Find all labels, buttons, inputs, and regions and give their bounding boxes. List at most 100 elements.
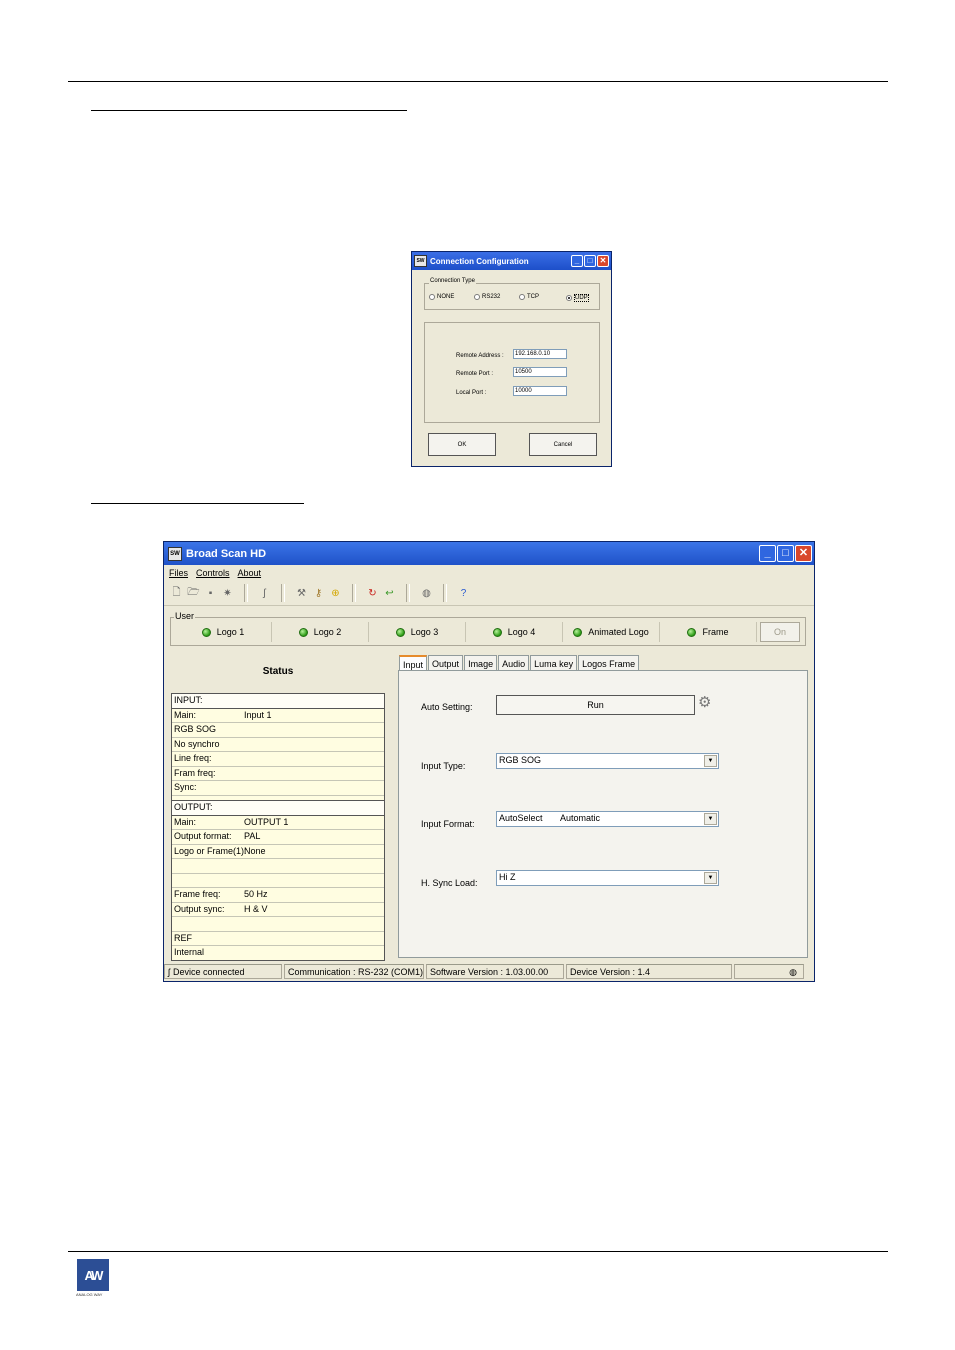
animated-logo-button[interactable]: Animated Logo (563, 622, 660, 642)
section-heading-underline-2 (91, 503, 304, 504)
speaker-icon[interactable]: ◍ (420, 587, 433, 600)
input-type-select[interactable]: RGB SOG ▼ (496, 753, 719, 769)
status-key: Line freq: (174, 753, 212, 763)
wrench-icon[interactable]: ⚒ (295, 587, 308, 600)
radio-tcp-label: TCP (527, 294, 539, 300)
toolbar-separator (244, 584, 248, 602)
new-file-icon[interactable]: 🗋 (170, 587, 183, 600)
input-header: INPUT: (172, 694, 384, 709)
radio-udp[interactable]: UDP (566, 294, 589, 302)
table-row: Line freq: (172, 752, 384, 767)
remote-address-input[interactable]: 192.168.0.10 (513, 349, 567, 359)
menu-controls[interactable]: Controls (196, 568, 230, 578)
reset-icon[interactable]: ↻ (366, 587, 379, 600)
on-button[interactable]: On (760, 622, 800, 642)
cable-icon: ʃ (168, 966, 170, 977)
frame-button[interactable]: Frame (660, 622, 757, 642)
remote-port-input[interactable]: 10500 (513, 367, 567, 377)
status-pane: Status INPUT: Main: Input 1 RGB SOG No sy… (168, 657, 386, 961)
table-row: Frame freq: 50 Hz (172, 888, 384, 903)
minimize-icon[interactable]: _ (571, 255, 583, 267)
connection-type-label: Connection Type (429, 278, 476, 284)
chevron-down-icon[interactable]: ▼ (704, 755, 717, 767)
cancel-button[interactable]: Cancel (529, 433, 597, 456)
chevron-down-icon[interactable]: ▼ (704, 872, 717, 884)
menu-about[interactable]: About (238, 568, 262, 578)
radio-rs232-dot[interactable] (474, 294, 480, 300)
settings-chip-icon[interactable]: ✷ (221, 587, 234, 600)
dialog-title: Connection Configuration (430, 256, 529, 266)
run-button[interactable]: Run (496, 695, 695, 715)
save-icon[interactable]: ▪ (204, 587, 217, 600)
close-icon[interactable]: ✕ (597, 255, 609, 267)
radio-udp-label: UDP (574, 294, 589, 302)
radio-rs232[interactable]: RS232 (474, 294, 500, 300)
tab-strip: Input Output Image Audio Luma key Logos … (399, 655, 640, 674)
local-port-input[interactable]: 10000 (513, 386, 567, 396)
section-heading-underline-1 (91, 110, 407, 111)
key-icon[interactable]: ⚷ (312, 587, 325, 600)
statusbar-connection: ʃ Device connected (164, 964, 282, 979)
radio-tcp[interactable]: TCP (519, 294, 539, 300)
status-value: None (244, 845, 266, 856)
toolbar: 🗋 🗁 ▪ ✷ ʃ ⚒ ⚷ ⊕ ↻ ↩ ◍ ? (164, 581, 814, 606)
radio-udp-dot[interactable] (566, 295, 572, 301)
close-icon[interactable]: ✕ (795, 545, 812, 562)
table-row: Main: Input 1 (172, 709, 384, 723)
input-type-label: Input Type: (421, 761, 466, 771)
logo-3-button[interactable]: Logo 3 (369, 622, 466, 642)
window-title-bar: SW Broad Scan HD _ □ ✕ (164, 542, 814, 565)
broad-scan-window: SW Broad Scan HD _ □ ✕ Files Controls Ab… (163, 541, 815, 982)
settings-group (424, 322, 600, 423)
minimize-icon[interactable]: _ (759, 545, 776, 562)
logo-1-button[interactable]: Logo 1 (175, 622, 272, 642)
status-key: RGB SOG (174, 724, 217, 734)
radio-tcp-dot[interactable] (519, 294, 525, 300)
chevron-down-icon[interactable]: ▼ (704, 813, 717, 825)
hsync-load-select[interactable]: Hi Z ▼ (496, 870, 719, 886)
status-value: H & V (244, 903, 268, 914)
table-row: Main: OUTPUT 1 (172, 816, 384, 830)
status-key: Main: (174, 709, 197, 720)
logo-2-button[interactable]: Logo 2 (272, 622, 369, 642)
refresh-arrow-icon[interactable]: ↩ (383, 587, 396, 600)
logo-3-label: Logo 3 (410, 627, 439, 637)
warning-icon[interactable]: ⊕ (329, 587, 342, 600)
radio-none-dot[interactable] (429, 294, 435, 300)
gears-icon: ⚙ (698, 694, 712, 711)
table-row: Internal (172, 946, 384, 960)
status-key: Fram freq: (174, 767, 216, 778)
input-format-select[interactable]: AutoSelect Automatic ▼ (496, 811, 719, 827)
ok-button[interactable]: OK (428, 433, 496, 456)
help-icon[interactable]: ? (457, 587, 470, 600)
logo-4-label: Logo 4 (507, 627, 536, 637)
status-key: Output format: (174, 831, 232, 841)
speaker-icon: ◍ (789, 967, 797, 977)
status-value: PAL (244, 831, 261, 841)
footer-rule (68, 1251, 888, 1252)
table-row (172, 917, 384, 932)
toolbar-separator (443, 584, 447, 602)
hsync-load-label: H. Sync Load: (421, 878, 478, 888)
radio-none-label: NONE (437, 294, 455, 300)
input-format-label: Input Format: (421, 819, 475, 829)
maximize-icon[interactable]: □ (777, 545, 794, 562)
open-folder-icon[interactable]: 🗁 (187, 587, 200, 600)
status-led-icon (687, 627, 697, 637)
connection-status-text: Device connected (173, 966, 245, 977)
animated-logo-label: Animated Logo (588, 627, 649, 637)
status-bar: ʃ Device connected Communication : RS-23… (164, 964, 814, 981)
status-key: Output sync: (174, 903, 225, 914)
menu-files[interactable]: Files (169, 568, 188, 578)
maximize-icon[interactable]: □ (584, 255, 596, 267)
logo-4-button[interactable]: Logo 4 (466, 622, 563, 642)
connect-cable-icon[interactable]: ʃ (258, 587, 271, 600)
table-row (172, 874, 384, 888)
remote-port-label: Remote Port : (456, 371, 494, 377)
status-led-icon (492, 627, 502, 637)
status-key: Frame freq: (174, 889, 221, 899)
app-icon: SW (168, 546, 182, 561)
table-row: Sync: (172, 781, 384, 796)
status-title: Status (262, 666, 294, 677)
radio-none[interactable]: NONE (429, 294, 454, 300)
